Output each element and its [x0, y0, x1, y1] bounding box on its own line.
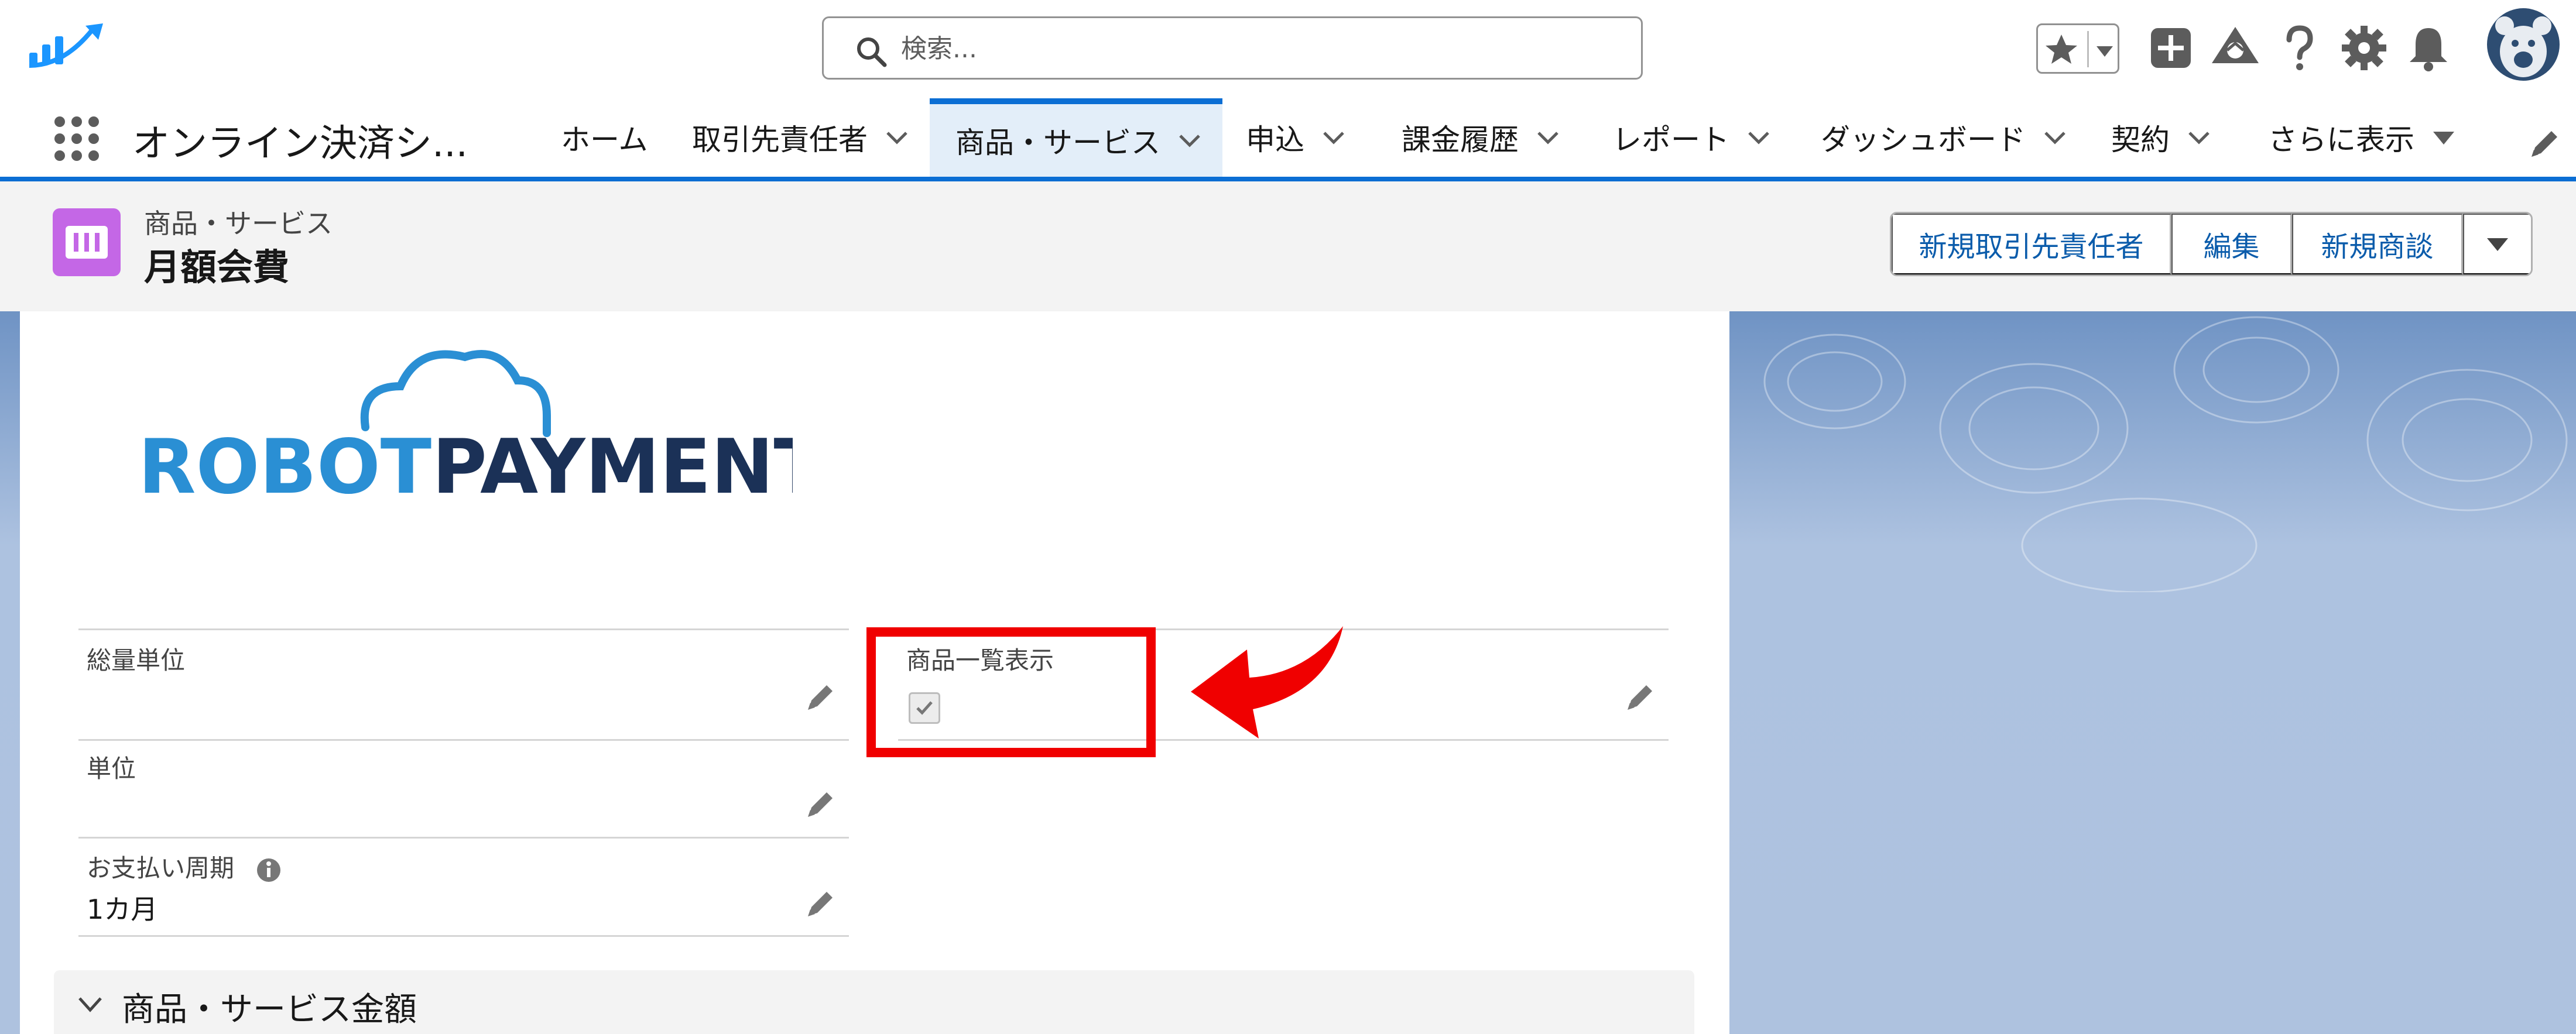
- chevron-down-icon[interactable]: [1177, 128, 1203, 153]
- search-icon: [857, 37, 887, 67]
- more-actions-button[interactable]: [2463, 214, 2531, 274]
- tab-label: 申込: [1246, 123, 1304, 157]
- field-total-unit: 総量単位: [78, 628, 849, 741]
- trailhead-guidance-icon[interactable]: [2210, 22, 2261, 74]
- section-products-services-amount[interactable]: 商品・サービス金額: [54, 970, 1694, 1034]
- new-opportunity-button[interactable]: 新規商談: [2292, 214, 2463, 274]
- chevron-down-icon[interactable]: [1321, 125, 1347, 150]
- robot-payment-logo: ROBOT PAYMENT: [138, 350, 793, 511]
- tab-reports[interactable]: レポート: [1612, 98, 1772, 177]
- help-icon[interactable]: [2274, 22, 2325, 74]
- caret-down-icon[interactable]: [2431, 125, 2457, 150]
- annotation-highlight-box: [866, 627, 1156, 757]
- caret-down-icon: [2487, 238, 2508, 251]
- notifications-bell-icon[interactable]: [2403, 22, 2454, 74]
- record-object-type: 商品・サービス: [144, 208, 333, 239]
- book-icon: [66, 226, 108, 259]
- annotation-arrow-icon: [1191, 626, 1343, 738]
- logo-word-robot: ROBOT: [138, 424, 431, 511]
- tab-label: 課金履歴: [1402, 123, 1519, 157]
- chevron-down-icon[interactable]: [75, 989, 105, 1019]
- tab-billing-history[interactable]: 課金履歴: [1402, 98, 1561, 177]
- edit-pencil-icon[interactable]: [1624, 681, 1657, 713]
- tab-label: 取引先責任者: [692, 123, 868, 157]
- chevron-down-icon[interactable]: [884, 125, 910, 150]
- tab-home[interactable]: ホーム: [561, 98, 648, 177]
- edit-nav-pencil-icon[interactable]: [2528, 125, 2563, 160]
- record-action-buttons: 新規取引先責任者 編集 新規商談: [1890, 212, 2533, 276]
- analytics-app-logo-icon[interactable]: [29, 22, 105, 69]
- tab-more[interactable]: さらに表示: [2268, 98, 2457, 177]
- tab-label: レポート: [1612, 123, 1729, 157]
- global-search[interactable]: [822, 16, 1643, 80]
- edit-button[interactable]: 編集: [2171, 214, 2292, 274]
- product-object-icon: [53, 208, 121, 276]
- field-label: 単位: [87, 754, 136, 783]
- field-payment-cycle: お支払い周期 1カ月: [78, 838, 849, 937]
- field-label: お支払い周期: [87, 854, 235, 882]
- chevron-down-icon[interactable]: [1535, 125, 1561, 150]
- app-name: オンライン決済シ...: [132, 122, 468, 166]
- chevron-down-icon[interactable]: [1746, 125, 1772, 150]
- section-title: 商品・サービス金額: [122, 991, 417, 1029]
- bear-avatar-icon: [2495, 16, 2551, 77]
- tab-contacts[interactable]: 取引先責任者: [692, 98, 910, 177]
- favorites-divider: [2087, 31, 2089, 67]
- topographic-pattern: [1763, 316, 2568, 592]
- field-value: 1カ月: [87, 894, 158, 925]
- tab-label: 商品・サービス: [955, 126, 1160, 160]
- user-avatar[interactable]: [2487, 8, 2560, 81]
- field-unit: 単位: [78, 738, 849, 839]
- chevron-down-icon[interactable]: [2186, 125, 2212, 150]
- edit-pencil-icon[interactable]: [804, 788, 837, 820]
- setup-gear-icon[interactable]: [2338, 22, 2390, 74]
- record-header: 商品・サービス 月額会費 新規取引先責任者 編集 新規商談: [0, 181, 2576, 312]
- app-launcher-icon[interactable]: [53, 115, 101, 163]
- caret-down-icon[interactable]: [2094, 40, 2115, 61]
- field-label: 総量単位: [87, 646, 186, 675]
- edit-pencil-icon[interactable]: [804, 681, 837, 713]
- tab-label: 契約: [2111, 123, 2170, 157]
- favorites-button-group: [2036, 23, 2119, 74]
- tab-products-services[interactable]: 商品・サービス: [930, 98, 1222, 177]
- tab-label: ダッシュボード: [1821, 123, 2026, 157]
- star-icon[interactable]: [2043, 31, 2080, 68]
- logo-word-payment: PAYMENT: [432, 424, 793, 511]
- record-title: 月額会費: [144, 246, 290, 288]
- chevron-down-icon[interactable]: [2042, 125, 2068, 150]
- tab-label: さらに表示: [2268, 123, 2414, 157]
- field-label-row: お支払い周期: [87, 849, 282, 884]
- tab-dashboards[interactable]: ダッシュボード: [1821, 98, 2068, 177]
- tab-applications[interactable]: 申込: [1246, 98, 1347, 177]
- tab-contracts[interactable]: 契約: [2111, 98, 2212, 177]
- global-create-icon[interactable]: [2145, 22, 2197, 74]
- new-contact-button[interactable]: 新規取引先責任者: [1892, 214, 2171, 274]
- search-input[interactable]: [900, 29, 1605, 68]
- edit-pencil-icon[interactable]: [804, 887, 837, 920]
- app-navigation-bar: オンライン決済シ... ホーム 取引先責任者 商品・サービス 申込 課金履歴 レ…: [0, 98, 2576, 181]
- global-header: [0, 0, 2576, 98]
- tab-label: ホーム: [561, 123, 648, 157]
- info-icon[interactable]: [256, 857, 282, 883]
